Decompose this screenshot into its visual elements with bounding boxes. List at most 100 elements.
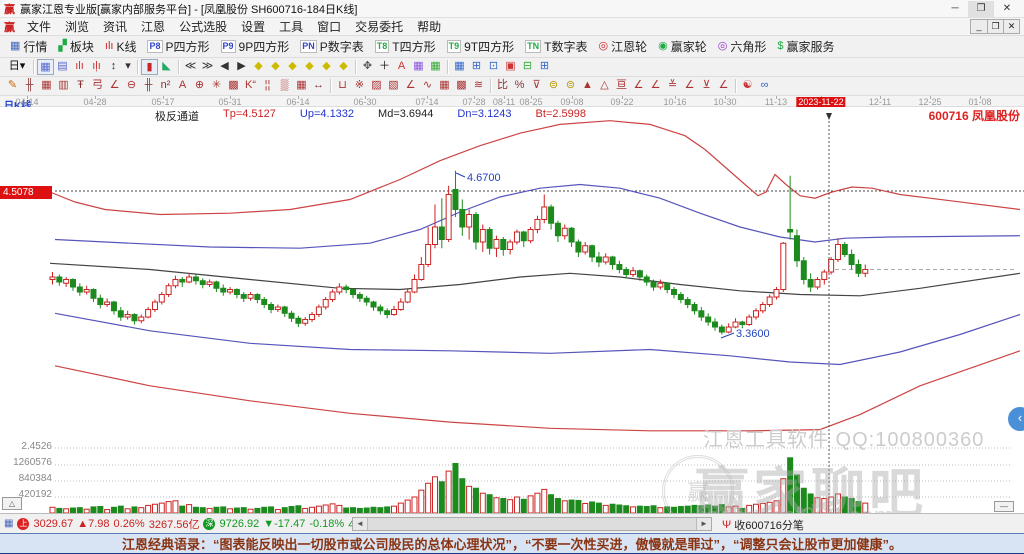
fan-tool-icon[interactable]: △ xyxy=(596,78,613,94)
price-annotation[interactable]: 3.3600 xyxy=(736,328,770,340)
candle-body[interactable] xyxy=(576,242,581,252)
v-line-tool-icon[interactable]: ⊻ xyxy=(698,78,715,94)
zoom-diamond-1-icon[interactable]: ◆ xyxy=(250,59,267,75)
style-dropdown-icon[interactable]: ▾ xyxy=(122,59,134,75)
candle-body[interactable] xyxy=(521,232,526,241)
golden-circle-1-icon[interactable]: ⊜ xyxy=(545,78,562,94)
save-tool-icon[interactable]: ▣ xyxy=(502,59,519,75)
candle-body[interactable] xyxy=(549,207,554,223)
candle-body[interactable] xyxy=(262,300,267,305)
candle-body[interactable] xyxy=(719,327,724,332)
date-label[interactable]: 12-25 xyxy=(918,97,941,107)
target-tool-icon[interactable]: ⊕ xyxy=(191,78,208,94)
candle-body[interactable] xyxy=(528,229,533,240)
gann-arc-icon[interactable]: 弓 xyxy=(89,78,106,94)
date-label[interactable]: 07-28 xyxy=(462,97,485,107)
dark-grid-tool-icon[interactable]: ▩ xyxy=(225,78,242,94)
scrollbar-thumb[interactable] xyxy=(367,518,697,530)
candle-body[interactable] xyxy=(631,271,636,275)
candle-body[interactable] xyxy=(234,290,239,295)
zoom-diamond-2-icon[interactable]: ◆ xyxy=(267,59,284,75)
candle-body[interactable] xyxy=(535,219,540,229)
candle-body[interactable] xyxy=(146,310,151,318)
candle-body[interactable] xyxy=(70,280,75,288)
candle-body[interactable] xyxy=(275,307,280,310)
chart-horizontal-scrollbar[interactable]: ◄ ► xyxy=(352,517,712,531)
candle-body[interactable] xyxy=(624,270,629,275)
volume-red-2-icon[interactable]: ıļı xyxy=(88,59,105,75)
candle-body[interactable] xyxy=(173,280,178,286)
z-line-tool-icon[interactable]: ∠ xyxy=(681,78,698,94)
toolbar-9p-square[interactable]: P99P四方形 xyxy=(217,37,294,56)
candle-body[interactable] xyxy=(432,227,437,245)
candle-body[interactable] xyxy=(125,315,130,318)
arrow-pen-tool-icon[interactable]: ▲ xyxy=(579,78,596,94)
date-label[interactable]: 12-11 xyxy=(869,97,891,107)
candle-body[interactable] xyxy=(241,295,246,299)
candle-body[interactable] xyxy=(583,246,588,252)
toolbar-9t-square[interactable]: T99T四方形 xyxy=(443,37,519,56)
toolbar-winner-wheel[interactable]: ◉赢家轮 xyxy=(654,37,711,56)
candle-body[interactable] xyxy=(692,305,697,311)
candle-body[interactable] xyxy=(255,295,260,300)
mdi-close-button[interactable]: ✕ xyxy=(1003,20,1019,33)
candle-body[interactable] xyxy=(569,228,574,242)
date-axis[interactable]: 日K线 04-1404-2805-1705-3106-1406-3007-140… xyxy=(0,96,1024,107)
menu-窗口[interactable]: 窗口 xyxy=(310,18,348,35)
candle-body[interactable] xyxy=(200,281,205,285)
date-label[interactable]: 10-30 xyxy=(713,97,736,107)
candle-body[interactable] xyxy=(50,277,55,280)
n2-tool-icon[interactable]: n² xyxy=(157,78,174,94)
candle-body[interactable] xyxy=(651,282,656,287)
candle-body[interactable] xyxy=(685,300,690,305)
candle-body[interactable] xyxy=(473,214,478,242)
candle-body[interactable] xyxy=(713,322,718,327)
toolbar-sectors[interactable]: ▞板块 xyxy=(54,37,97,56)
candle-body[interactable] xyxy=(316,307,321,315)
candle-body[interactable] xyxy=(508,242,513,250)
band-2-tool-icon[interactable]: ▒ xyxy=(276,78,293,94)
candle-body[interactable] xyxy=(398,302,403,310)
zoom-diamond-4-icon[interactable]: ◆ xyxy=(301,59,318,75)
toolbar-hexagon[interactable]: ◎六角形 xyxy=(714,37,771,56)
candle-body[interactable] xyxy=(337,287,342,292)
magnifier-tool-icon[interactable]: A xyxy=(393,59,410,75)
hand-tool-icon[interactable]: ✥ xyxy=(359,59,376,75)
candle-body[interactable] xyxy=(248,295,253,299)
candle-body[interactable] xyxy=(808,280,813,288)
nav-first-icon[interactable]: ≪ xyxy=(182,59,199,75)
candle-body[interactable] xyxy=(788,229,793,232)
candle-body[interactable] xyxy=(562,228,567,236)
candle-body[interactable] xyxy=(310,315,315,320)
menu-帮助[interactable]: 帮助 xyxy=(410,18,448,35)
toolbar-kline[interactable]: ılıK线 xyxy=(101,37,141,56)
candle-body[interactable] xyxy=(487,229,492,248)
scale-toggle-icon[interactable]: ↕ xyxy=(105,59,122,75)
candle-body[interactable] xyxy=(282,307,287,313)
candle-body[interactable] xyxy=(706,317,711,322)
candle-body[interactable] xyxy=(590,246,595,257)
indicator-flag-icon[interactable]: ◣ xyxy=(158,59,175,75)
candle-body[interactable] xyxy=(610,257,615,265)
candle-body[interactable] xyxy=(733,322,738,327)
export-tool-icon[interactable]: ⊞ xyxy=(536,59,553,75)
candle-body[interactable] xyxy=(439,227,444,240)
net-green-tool-icon[interactable]: ▦ xyxy=(427,59,444,75)
candle-body[interactable] xyxy=(644,277,649,282)
red-grid-2-icon[interactable]: ▧ xyxy=(385,78,402,94)
candle-body[interactable] xyxy=(480,229,485,242)
candle-body[interactable] xyxy=(467,214,472,227)
yinyang-tool-icon[interactable]: ☯ xyxy=(739,78,756,94)
angle-line-tool-icon[interactable]: ∠ xyxy=(402,78,419,94)
candle-body[interactable] xyxy=(514,232,519,242)
candle-body[interactable] xyxy=(835,244,840,259)
candle-body[interactable] xyxy=(105,302,110,305)
candle-body[interactable] xyxy=(542,207,547,220)
candle-body[interactable] xyxy=(596,257,601,262)
slant-lines-tool-icon[interactable]: ≋ xyxy=(470,78,487,94)
date-label[interactable]: 06-14 xyxy=(286,97,309,107)
gann-grid-f-icon[interactable]: Ŧ xyxy=(72,78,89,94)
gann-box-2-icon[interactable]: ▥ xyxy=(55,78,72,94)
period-day-dropdown-icon[interactable]: 日▾ xyxy=(4,59,30,75)
angle-pen-icon[interactable]: ∠ xyxy=(106,78,123,94)
